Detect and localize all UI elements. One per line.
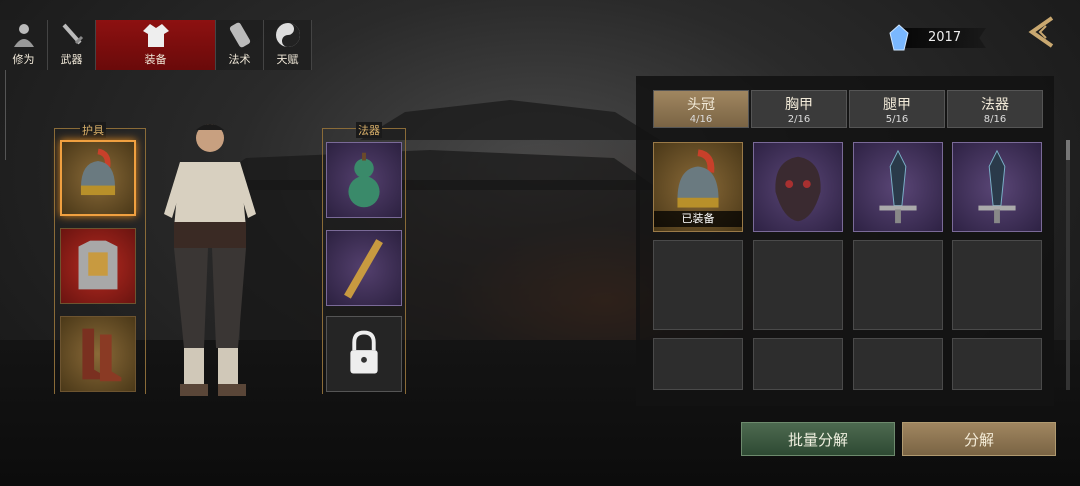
background-hall [240, 180, 640, 340]
category-name: 法器 [981, 96, 1009, 113]
tab-cultivation[interactable]: 修为 [0, 20, 48, 70]
category-count: 5/16 [885, 113, 909, 125]
category-count: 2/16 [787, 113, 811, 125]
artifact-slot-2[interactable] [326, 230, 402, 306]
category-name: 腿甲 [883, 96, 911, 113]
inventory-item-mask[interactable] [753, 142, 843, 232]
category-name: 头冠 [687, 96, 715, 113]
inventory-empty-slot[interactable] [753, 240, 843, 330]
category-name: 胸甲 [785, 96, 813, 113]
helmet-slot[interactable] [60, 140, 136, 216]
inventory-item-dagger[interactable] [853, 142, 943, 232]
category-tab-chest[interactable]: 胸甲 2/16 [751, 90, 847, 128]
category-count: 8/16 [983, 113, 1007, 125]
inventory-item-helmet[interactable]: 已装备 [653, 142, 743, 232]
dagger-icon [879, 149, 917, 224]
side-strip [0, 70, 6, 160]
artifact-slot-1[interactable] [326, 142, 402, 218]
inventory-empty-slot[interactable] [753, 338, 843, 390]
meditating-figure-icon [13, 24, 34, 47]
currency-value: 2017 [928, 30, 962, 45]
tab-weapon[interactable]: 武器 [48, 20, 96, 70]
demon-mask-icon [775, 156, 821, 222]
equipped-tag: 已装备 [654, 211, 742, 227]
tab-talent[interactable]: 天赋 [264, 20, 312, 70]
helmet-icon [80, 148, 116, 196]
inventory-empty-slot[interactable] [853, 240, 943, 330]
inventory-scrollbar[interactable] [1066, 140, 1070, 390]
inventory-scroll-thumb[interactable] [1066, 140, 1070, 160]
tab-label: 武器 [60, 53, 83, 66]
category-tab-artifact[interactable]: 法器 8/16 [947, 90, 1043, 128]
category-count: 4/16 [689, 113, 713, 125]
back-icon[interactable] [1022, 12, 1062, 52]
lock-icon [350, 330, 378, 374]
tab-label: 天赋 [276, 53, 299, 66]
inventory-empty-slot[interactable] [952, 240, 1042, 330]
decompose-button[interactable]: 分解 [902, 422, 1056, 456]
inventory-empty-slot[interactable] [653, 338, 743, 390]
inventory-empty-slot[interactable] [653, 240, 743, 330]
yin-yang-icon [275, 23, 300, 47]
category-tab-helmet[interactable]: 头冠 4/16 [653, 90, 749, 128]
blue-crystal-icon [889, 24, 909, 51]
chest-armor-icon [78, 240, 118, 290]
robe-icon [142, 24, 169, 47]
artifact-slot-locked[interactable] [326, 316, 402, 392]
top-tab-bar: 修为 武器 装备 法术 天赋 [0, 20, 312, 70]
inventory-empty-slot[interactable] [952, 338, 1042, 390]
inventory-empty-slot[interactable] [853, 338, 943, 390]
dagger-icon [978, 149, 1016, 224]
currency-display: 2017 [888, 24, 988, 52]
tab-label: 修为 [12, 53, 35, 66]
sword-icon [62, 23, 83, 45]
category-tab-legs[interactable]: 腿甲 5/16 [849, 90, 945, 128]
inventory-item-dagger[interactable] [952, 142, 1042, 232]
flute-icon [344, 239, 383, 299]
artifact-label: 法器 [356, 122, 382, 138]
tab-label: 装备 [144, 53, 167, 66]
armor-label: 护具 [80, 122, 106, 138]
scroll-icon [229, 22, 250, 48]
boots-icon [82, 328, 122, 382]
batch-decompose-button[interactable]: 批量分解 [741, 422, 895, 456]
gourd-icon [348, 152, 380, 208]
character-model [164, 124, 256, 396]
tab-spell[interactable]: 法术 [216, 20, 264, 70]
tab-label: 法术 [228, 53, 251, 66]
chest-armor-slot[interactable] [60, 228, 136, 304]
tab-equipment[interactable]: 装备 [96, 20, 216, 70]
leg-armor-slot[interactable] [60, 316, 136, 392]
